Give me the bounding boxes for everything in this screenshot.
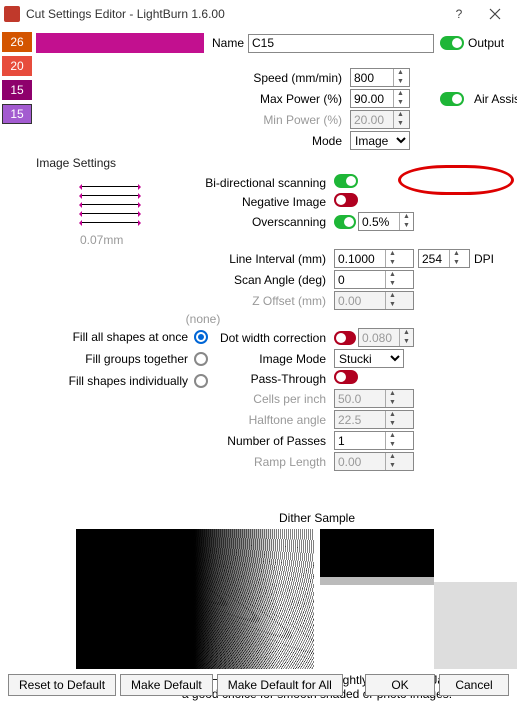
- airassist-label: Air Assist: [474, 92, 517, 106]
- airassist-toggle[interactable]: [440, 92, 464, 106]
- fill-groups-label: Fill groups together: [44, 352, 194, 366]
- dither-title: Dither Sample: [36, 511, 517, 525]
- fill-groups-radio[interactable]: [194, 352, 208, 366]
- app-icon: [4, 6, 20, 22]
- negative-image-toggle[interactable]: [334, 193, 358, 207]
- layer-chip[interactable]: 20: [2, 56, 32, 76]
- halftone-label: Halftone angle: [80, 413, 330, 427]
- passes-input[interactable]: ▲▼: [334, 431, 414, 450]
- minpower-label: Min Power (%): [36, 113, 346, 127]
- passthrough-toggle[interactable]: [334, 370, 358, 384]
- ramp-label: Ramp Length: [80, 455, 330, 469]
- fill-all-radio[interactable]: [194, 330, 208, 344]
- name-input[interactable]: [248, 34, 434, 53]
- fill-all-label: Fill all shapes at once: [44, 330, 194, 344]
- output-label: Output: [464, 36, 504, 50]
- maxpower-label: Max Power (%): [36, 92, 346, 106]
- help-button[interactable]: ?: [441, 2, 477, 26]
- lineint-input[interactable]: ▲▼: [334, 249, 414, 268]
- dpi-input[interactable]: ▲▼: [418, 249, 470, 268]
- image-settings-label: Image Settings: [36, 156, 517, 170]
- name-label: Name: [210, 36, 248, 50]
- layer-chip[interactable]: 15: [2, 104, 32, 124]
- ok-button[interactable]: OK: [365, 674, 435, 696]
- overscan-toggle[interactable]: [334, 215, 356, 229]
- halftone-input: ▲▼: [334, 410, 414, 429]
- maxpower-input[interactable]: ▲▼: [350, 89, 410, 108]
- dither-sample: [76, 529, 517, 669]
- make-default-all-button[interactable]: Make Default for All: [217, 674, 343, 696]
- dotcorr-toggle[interactable]: [334, 331, 356, 345]
- mode-select[interactable]: Image: [350, 131, 410, 150]
- cpi-label: Cells per inch: [80, 392, 330, 406]
- dotcorr-input: ▲▼: [358, 328, 414, 347]
- make-default-button[interactable]: Make Default: [120, 674, 213, 696]
- bidir-toggle[interactable]: [334, 174, 358, 188]
- layer-chip[interactable]: 26: [2, 32, 32, 52]
- speed-input[interactable]: ▲▼: [350, 68, 410, 87]
- reset-default-button[interactable]: Reset to Default: [8, 674, 116, 696]
- scan-lines-icon: [80, 186, 140, 246]
- layer-chip[interactable]: 15: [2, 80, 32, 100]
- output-toggle[interactable]: [440, 36, 464, 50]
- speed-label: Speed (mm/min): [36, 71, 346, 85]
- zoffset-input: ▲▼: [334, 291, 414, 310]
- layer-list: 26 20 15 15: [0, 28, 32, 698]
- scanangle-input[interactable]: ▲▼: [334, 270, 414, 289]
- minpower-input: ▲▼: [350, 110, 410, 129]
- layer-color-bar: [36, 33, 204, 53]
- fill-indiv-label: Fill shapes individually: [44, 374, 194, 388]
- dpi-label: DPI: [474, 252, 517, 266]
- close-button[interactable]: [477, 2, 513, 26]
- imagemode-select[interactable]: Stucki: [334, 349, 404, 368]
- mode-label: Mode: [36, 134, 346, 148]
- passes-label: Number of Passes: [80, 434, 330, 448]
- cancel-button[interactable]: Cancel: [439, 674, 509, 696]
- window-title: Cut Settings Editor - LightBurn 1.6.00: [26, 7, 441, 21]
- cpi-input: ▲▼: [334, 389, 414, 408]
- fill-indiv-radio[interactable]: [194, 374, 208, 388]
- ramp-input: ▲▼: [334, 452, 414, 471]
- overscan-input[interactable]: ▲▼: [358, 212, 414, 231]
